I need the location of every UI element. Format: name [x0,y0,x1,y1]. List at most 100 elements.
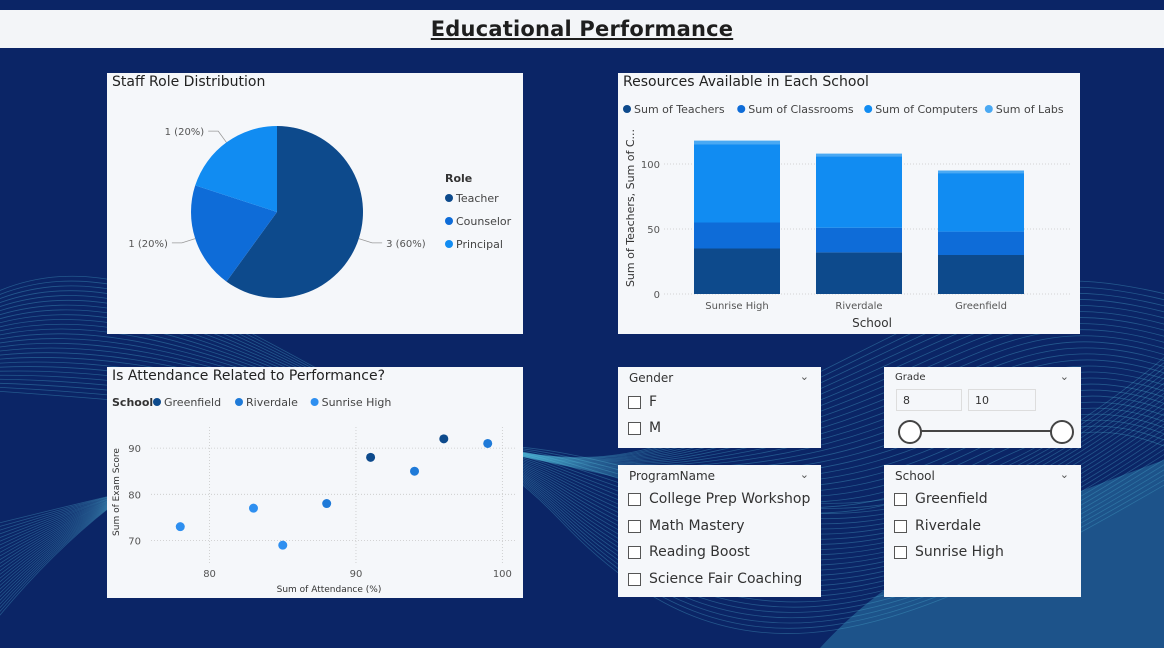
staff-role-pie-chart[interactable]: 3 (60%) 1 (20%) 1 (20%) Role Teacher Counselo… [107,73,523,334]
pie-legend-item: Counselor [456,215,512,228]
scatter-legend-item: Riverdale [246,396,298,409]
gender-slicer-title: Gender [629,371,674,385]
chevron-down-icon[interactable]: ⌄ [1060,468,1069,481]
checkbox[interactable] [628,545,641,559]
school-slicer-title: School [895,469,935,483]
legend-marker [153,398,161,406]
y-tick-label: 100 [641,160,660,171]
pie-legend-title: Role [445,172,472,185]
checkbox[interactable] [628,421,641,435]
legend-marker [235,398,243,406]
checkbox[interactable] [894,519,907,533]
y-tick-label: 50 [647,225,660,236]
checkbox[interactable] [628,492,641,506]
scatter-point [175,522,185,532]
y-axis-title: Sum of Teachers, Sum of C... [624,129,637,287]
legend-marker [737,105,746,113]
legend-marker [445,240,453,248]
header-bar: Educational Performance [0,10,1164,48]
bar-segment [938,173,1024,232]
school-option[interactable]: Riverdale [894,518,981,534]
school-option[interactable]: Greenfield [894,491,988,507]
bar-segment [938,255,1024,294]
resources-card[interactable]: Resources Available in Each School Sum o… [618,73,1080,334]
scatter-legend-item: Sunrise High [322,396,392,409]
program-slicer-title: ProgramName [629,469,716,483]
pie-leader-line [358,238,383,244]
checkbox[interactable] [628,395,641,409]
grade-slider-max-handle[interactable] [1050,420,1074,444]
checkbox[interactable] [894,545,907,559]
program-option-label: Reading Boost [649,544,750,560]
resources-bar-chart[interactable]: Sum of Teachers Sum of Classrooms Sum of C… [618,73,1080,334]
grade-max-input[interactable]: 10 [968,389,1036,411]
bar-segment [816,227,902,253]
legend-marker [984,105,993,113]
chevron-down-icon[interactable]: ⌄ [1060,370,1069,383]
checkbox[interactable] [894,492,907,506]
pie-data-label: 1 (20%) [128,239,168,250]
grade-slicer-title: Grade [895,372,926,383]
y-axis-title: Sum of Exam Score [112,448,122,536]
y-tick-label: 90 [128,444,141,455]
program-option[interactable]: Reading Boost [628,544,750,560]
bar-legend-item: Sum of Labs [996,103,1064,116]
school-option-label: Greenfield [915,491,988,507]
grade-slider-track[interactable] [910,430,1062,432]
grade-slider-min-handle[interactable] [898,420,922,444]
gender-slicer[interactable]: Gender ⌄ F M [618,367,821,448]
attendance-card[interactable]: Is Attendance Related to Performance? Sc… [107,367,523,598]
staff-role-card[interactable]: Staff Role Distribution 3 (60%) 1 (20%) 1 … [107,73,523,334]
program-slicer[interactable]: ProgramName ⌄ College Prep Workshop Math… [618,465,821,597]
scatter-point [366,452,376,462]
x-axis-title: Sum of Attendance (%) [277,585,382,595]
x-tick-label: Riverdale [835,301,882,312]
bar-segment [694,222,780,249]
school-option[interactable]: Sunrise High [894,544,1004,560]
bar-segment [938,231,1024,255]
grade-min-input[interactable]: 8 [896,389,962,411]
legend-marker [864,105,873,113]
scatter-point [410,466,420,476]
checkbox[interactable] [628,519,641,533]
bar-legend-item: Sum of Classrooms [748,103,854,116]
pie-legend-item: Principal [456,238,503,251]
bar-segment [816,153,902,157]
pie-data-label: 3 (60%) [386,239,426,250]
bar-segment [816,252,902,294]
pie-leader-line [208,130,227,143]
program-option[interactable]: Science Fair Coaching [628,571,802,587]
x-axis-title: School [852,316,892,330]
school-option-label: Riverdale [915,518,981,534]
gender-option-f[interactable]: F [628,394,657,410]
legend-marker [623,105,631,113]
pie-leader-line [171,238,196,244]
bar-legend-item: Sum of Teachers [634,103,725,116]
checkbox[interactable] [628,572,641,586]
x-tick-label: 90 [350,569,363,580]
program-option[interactable]: College Prep Workshop [628,491,810,507]
x-tick-label: Sunrise High [705,301,768,312]
scatter-point [483,438,493,448]
chevron-down-icon[interactable]: ⌄ [800,370,809,383]
attendance-scatter-chart[interactable]: School Greenfield Riverdale Sunrise High 70 8… [107,367,523,598]
gender-option-label: M [649,420,662,436]
scatter-point [439,434,449,444]
gender-option-label: F [649,394,658,410]
bar-segment [694,140,780,145]
program-option-label: Science Fair Coaching [649,571,803,587]
y-tick-label: 70 [128,537,141,548]
pie-legend-item: Teacher [455,192,499,205]
gender-option-m[interactable]: M [628,420,661,436]
chevron-down-icon[interactable]: ⌄ [800,468,809,481]
legend-marker [310,398,319,406]
y-tick-label: 0 [654,290,660,301]
school-slicer[interactable]: School ⌄ Greenfield Riverdale Sunrise Hi… [884,465,1081,597]
page-title: Educational Performance [430,17,734,41]
grade-slicer[interactable]: Grade ⌄ 8 10 [884,367,1081,448]
scatter-point [248,503,258,513]
bar-segment [816,156,902,228]
program-option[interactable]: Math Mastery [628,518,745,534]
bar-segment [694,144,780,223]
pie-data-label: 1 (20%) [165,127,205,138]
